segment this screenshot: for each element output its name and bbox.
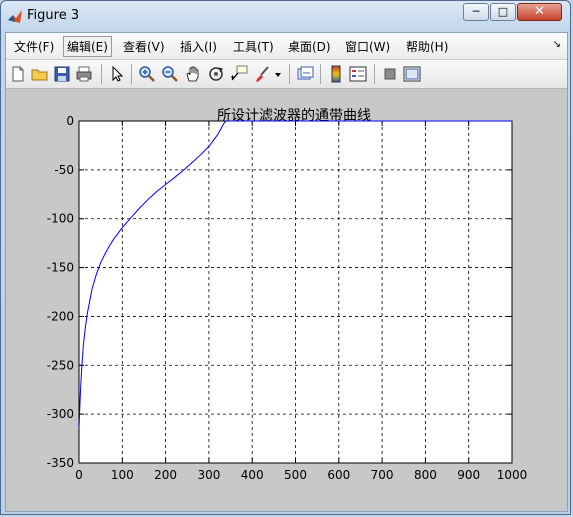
brush-dropdown-icon[interactable] [274, 65, 282, 83]
title-bar[interactable]: Figure 3 ─ □ ✕ [1, 1, 570, 31]
figure-canvas: 所设计滤波器的通带曲线 0 100 200 300 400 500 600 700 800 900… [6, 89, 567, 511]
menu-desktop[interactable]: 桌面(D) [286, 38, 333, 55]
x-tick-label: 900 [457, 468, 480, 482]
x-tick-label: 100 [111, 468, 134, 482]
menu-insert[interactable]: 插入(I) [178, 38, 219, 55]
x-tick-label: 200 [154, 468, 177, 482]
y-tick-label: 0 [66, 114, 74, 128]
maximize-button[interactable]: □ [490, 3, 516, 21]
legend-icon[interactable] [349, 65, 367, 83]
menu-window[interactable]: 窗口(W) [343, 38, 392, 55]
toolbar-separator [374, 64, 375, 84]
menu-tools[interactable]: 工具(T) [231, 38, 276, 55]
y-tick-label: -300 [47, 407, 74, 421]
zoom-in-icon[interactable] [138, 65, 156, 83]
toolbar-separator [289, 64, 290, 84]
toolbar-separator [320, 64, 321, 84]
figure-client-area: 文件(F) 编辑(E) 查看(V) 插入(I) 工具(T) 桌面(D) 窗口(W… [5, 32, 568, 512]
toolbar-separator [101, 64, 102, 84]
brush-icon[interactable] [253, 65, 271, 83]
matlab-logo-icon [8, 10, 22, 23]
menu-edit[interactable]: 编辑(E) [63, 36, 112, 57]
x-tick-label: 800 [414, 468, 437, 482]
edit-plot-arrow-icon[interactable] [108, 65, 126, 83]
maximize-icon: □ [497, 5, 509, 18]
colorbar-icon[interactable] [327, 65, 345, 83]
minimize-button[interactable]: ─ [463, 3, 489, 21]
zoom-out-icon[interactable] [161, 65, 179, 83]
hide-plot-tools-icon[interactable] [381, 65, 399, 83]
y-tick-label: -250 [47, 358, 74, 372]
show-plot-tools-icon[interactable] [403, 65, 421, 83]
x-tick-label: 400 [241, 468, 264, 482]
pan-hand-icon[interactable] [184, 65, 202, 83]
toolbar-separator [131, 64, 132, 84]
y-tick-label: -200 [47, 309, 74, 323]
menu-bar: 文件(F) 编辑(E) 查看(V) 插入(I) 工具(T) 桌面(D) 窗口(W… [6, 33, 567, 59]
link-plot-icon[interactable] [296, 65, 314, 83]
data-cursor-icon[interactable] [230, 65, 248, 83]
menu-overflow-icon[interactable]: ↘ [553, 39, 561, 50]
menu-file[interactable]: 文件(F) [12, 38, 56, 55]
figure-toolbar [6, 60, 567, 89]
new-figure-icon[interactable] [9, 65, 27, 83]
window-title: Figure 3 [27, 8, 80, 23]
y-tick-label: -350 [47, 456, 74, 470]
x-tick-label: 700 [371, 468, 394, 482]
minimize-icon: ─ [472, 5, 480, 18]
x-tick-label: 500 [284, 468, 307, 482]
x-tick-label: 1000 [497, 468, 528, 482]
x-tick-label: 600 [327, 468, 350, 482]
save-icon[interactable] [53, 65, 71, 83]
y-tick-label: -50 [54, 163, 74, 177]
x-tick-label: 300 [197, 468, 220, 482]
print-icon[interactable] [75, 65, 93, 83]
open-file-icon[interactable] [31, 65, 49, 83]
rotate-3d-icon[interactable] [207, 65, 225, 83]
y-tick-label: -100 [47, 212, 74, 226]
menu-help[interactable]: 帮助(H) [404, 38, 450, 55]
close-button[interactable]: ✕ [517, 3, 562, 21]
menu-view[interactable]: 查看(V) [121, 38, 167, 55]
plot-svg: 所设计滤波器的通带曲线 0 100 200 300 400 500 600 700 800 900… [47, 108, 528, 482]
figure-window: Figure 3 ─ □ ✕ 文件(F) 编辑(E) 查看(V) 插入(I) 工… [0, 0, 571, 515]
x-tick-label: 0 [75, 468, 83, 482]
y-tick-label: -150 [47, 261, 74, 275]
close-icon: ✕ [534, 4, 545, 19]
